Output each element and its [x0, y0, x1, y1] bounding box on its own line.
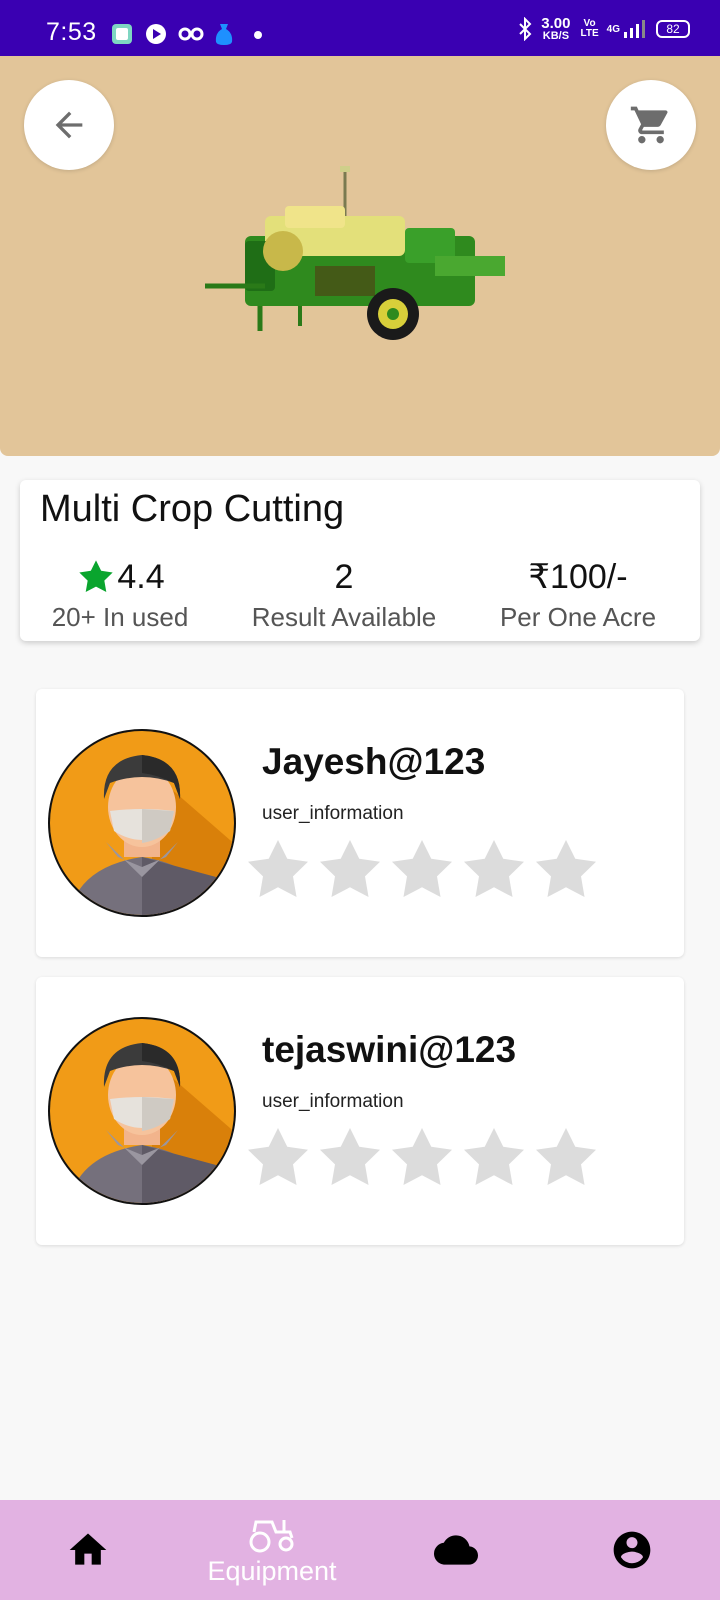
user-name: Jayesh@123: [262, 741, 486, 782]
user-subtitle: user_information: [262, 1091, 404, 1112]
nav-item-home[interactable]: [48, 1500, 128, 1600]
glasses-icon: [178, 27, 204, 41]
rating-value: 4.4: [117, 557, 165, 596]
status-right-group: 3.00 KB/S Vo LTE 4G 82: [517, 14, 690, 44]
product-title: Multi Crop Cutting: [40, 488, 345, 530]
cart-icon: [630, 106, 668, 144]
bottom-navigation: Equipment: [0, 1500, 720, 1600]
bluetooth-icon: [519, 17, 532, 41]
star-icon[interactable]: [530, 837, 602, 903]
battery-indicator: 82: [656, 20, 690, 38]
avatar: [48, 729, 236, 917]
user-card[interactable]: Jayesh@123 user_information: [36, 689, 684, 957]
product-info-card: Multi Crop Cutting 4.4 20+ In used 2 Res…: [20, 480, 700, 641]
results-stat: 2 Result Available: [248, 556, 440, 633]
results-value: 2: [334, 557, 354, 596]
avatar: [48, 1017, 236, 1205]
rating-label: 20+ In used: [51, 602, 189, 632]
tractor-icon: [249, 1519, 294, 1552]
play-icon: [146, 24, 166, 44]
star-icon[interactable]: [314, 1125, 386, 1191]
star-icon[interactable]: [458, 837, 530, 903]
star-icon[interactable]: [386, 837, 458, 903]
star-icon[interactable]: [386, 1125, 458, 1191]
price-label: Per One Acre: [499, 602, 657, 632]
back-button[interactable]: [24, 80, 114, 170]
results-label: Result Available: [251, 602, 437, 632]
nav-item-profile[interactable]: [592, 1500, 672, 1600]
network-type: 4G: [606, 23, 620, 35]
rating-star-icon: [79, 560, 114, 593]
rating-stat: 4.4 20+ In used: [30, 556, 210, 633]
rating-stars[interactable]: [242, 1125, 602, 1191]
arrow-left-icon: [55, 111, 83, 139]
status-bar: 7:53 3.00 KB/S Vo LTE 4G 82: [0, 0, 720, 56]
network-speed: 3.00 KB/S: [541, 15, 571, 42]
nav-item-weather[interactable]: [416, 1500, 496, 1600]
app-notification-icon: [112, 24, 132, 44]
star-icon[interactable]: [242, 837, 314, 903]
dot-icon: [254, 31, 262, 39]
crop-cutting-machine-image: [205, 166, 505, 340]
price-stat: ₹100/- Per One Acre: [488, 556, 668, 633]
user-name: tejaswini@123: [262, 1029, 517, 1070]
account-icon: [613, 1531, 651, 1569]
signal-icon: [624, 20, 645, 38]
star-icon[interactable]: [458, 1125, 530, 1191]
user-subtitle: user_information: [262, 803, 404, 824]
volte-indicator: Vo LTE: [580, 18, 599, 39]
star-icon[interactable]: [314, 837, 386, 903]
rating-stars[interactable]: [242, 837, 602, 903]
nav-label-equipment: Equipment: [207, 1555, 337, 1586]
user-card[interactable]: tejaswini@123 user_information: [36, 977, 684, 1245]
status-time: 7:53: [46, 18, 97, 46]
star-icon[interactable]: [242, 1125, 314, 1191]
cart-button[interactable]: [606, 80, 696, 170]
bag-icon: [215, 24, 233, 45]
home-icon: [69, 1533, 107, 1565]
star-icon[interactable]: [530, 1125, 602, 1191]
cloud-icon: [434, 1535, 478, 1565]
product-image-header: [0, 56, 720, 456]
price-value: ₹100/-: [528, 558, 628, 596]
nav-item-equipment[interactable]: Equipment: [192, 1500, 352, 1600]
